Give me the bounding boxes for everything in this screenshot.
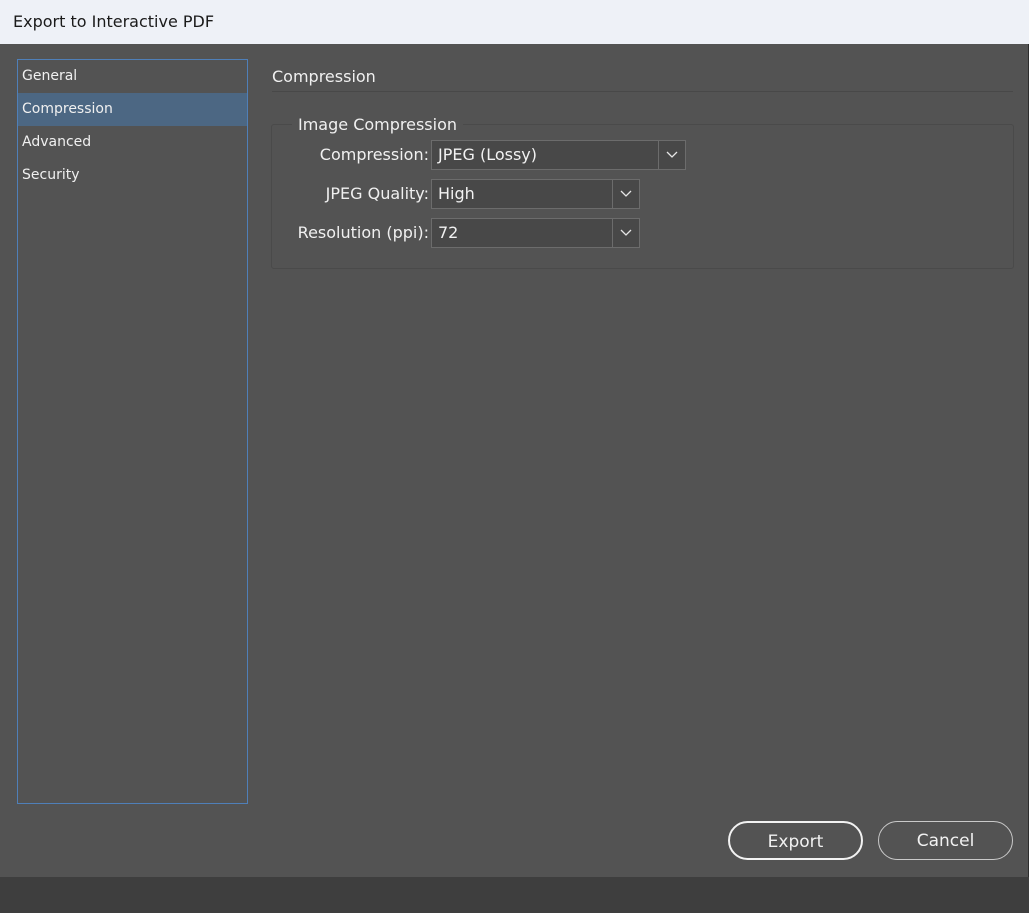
jpeg-quality-select[interactable]: High: [431, 179, 640, 209]
category-list[interactable]: General Compression Advanced Security: [17, 59, 248, 804]
jpeg-quality-value: High: [438, 184, 475, 203]
resolution-label: Resolution (ppi):: [297, 223, 429, 242]
background-strip: [0, 877, 1029, 913]
resolution-select[interactable]: 72: [431, 218, 640, 248]
compression-value: JPEG (Lossy): [438, 145, 538, 164]
export-button[interactable]: Export: [728, 821, 863, 860]
resolution-value: 72: [438, 223, 459, 242]
group-title: Image Compression: [292, 113, 464, 137]
chevron-down-icon[interactable]: [658, 141, 685, 169]
compression-label: Compression:: [319, 145, 429, 164]
sidebar-item-advanced[interactable]: Advanced: [18, 126, 247, 159]
compression-select[interactable]: JPEG (Lossy): [431, 140, 686, 170]
export-dialog: Export to Interactive PDF General Compre…: [0, 0, 1029, 877]
chevron-down-icon[interactable]: [612, 180, 639, 208]
cancel-button[interactable]: Cancel: [878, 821, 1013, 860]
sidebar-item-general[interactable]: General: [18, 60, 247, 93]
sidebar-item-compression[interactable]: Compression: [18, 93, 247, 126]
chevron-down-icon[interactable]: [612, 219, 639, 247]
section-title: Compression: [272, 67, 376, 86]
dialog-title: Export to Interactive PDF: [0, 0, 1029, 44]
section-divider: [272, 91, 1013, 92]
jpeg-quality-label: JPEG Quality:: [325, 184, 429, 203]
sidebar-item-security[interactable]: Security: [18, 159, 247, 192]
